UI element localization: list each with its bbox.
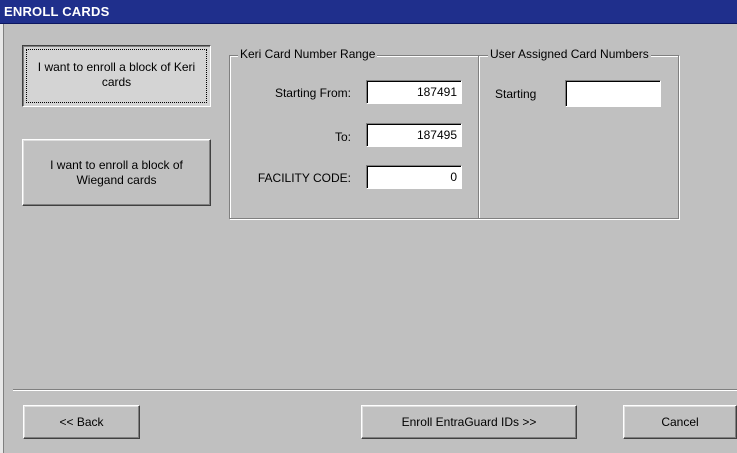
window-title: ENROLL CARDS: [4, 4, 110, 19]
to-field[interactable]: [366, 123, 462, 147]
facility-code-label: FACILITY CODE:: [257, 171, 351, 185]
starting-from-field[interactable]: [366, 80, 462, 104]
footer-separator: [13, 389, 737, 391]
to-label: To:: [334, 130, 351, 144]
enroll-entraguard-ids-label: Enroll EntraGuard IDs >>: [401, 414, 537, 429]
cancel-button[interactable]: Cancel: [623, 405, 737, 439]
back-button-label: << Back: [59, 414, 104, 429]
window-frame-left: [0, 24, 4, 453]
enroll-wiegand-block-button[interactable]: I want to enroll a block of Wiegand card…: [22, 139, 211, 206]
enroll-entraguard-ids-button[interactable]: Enroll EntraGuard IDs >>: [361, 405, 577, 439]
back-button[interactable]: << Back: [23, 405, 140, 439]
enroll-keri-block-button[interactable]: I want to enroll a block of Keri cards: [22, 45, 211, 107]
starting-field[interactable]: [565, 80, 661, 107]
facility-code-field[interactable]: [366, 165, 462, 189]
enroll-wiegand-block-label: I want to enroll a block of Wiegand card…: [50, 157, 183, 187]
starting-from-label: Starting From:: [274, 86, 351, 100]
user-assigned-title: User Assigned Card Numbers: [488, 47, 651, 61]
cancel-button-label: Cancel: [661, 414, 699, 429]
keri-card-range-title: Keri Card Number Range: [238, 47, 378, 61]
starting-label: Starting: [495, 87, 537, 101]
title-bar: ENROLL CARDS: [0, 0, 737, 24]
enroll-keri-block-label: I want to enroll a block of Keri cards: [37, 60, 196, 89]
